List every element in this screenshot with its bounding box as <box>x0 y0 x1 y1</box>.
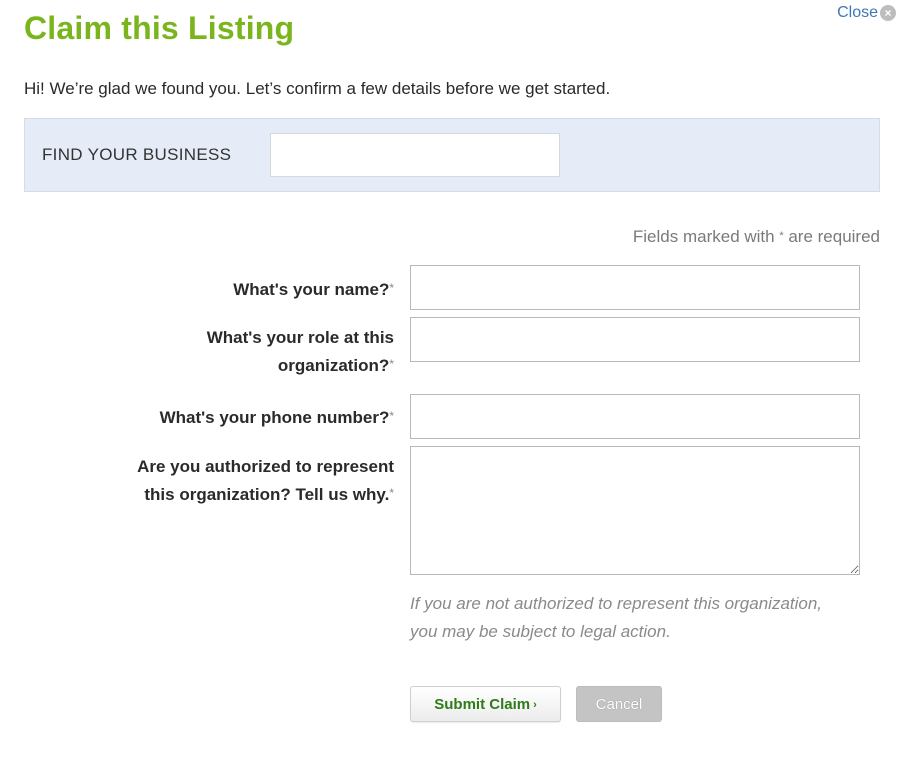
x-circle-icon[interactable]: × <box>880 5 896 21</box>
phone-required-mark: * <box>389 409 394 423</box>
required-fields-note: Fields marked with * are required <box>633 226 880 248</box>
chevron-right-icon: › <box>533 698 537 711</box>
find-business-input[interactable] <box>270 133 560 177</box>
authorization-textarea[interactable] <box>410 446 860 575</box>
role-input[interactable] <box>410 317 860 362</box>
role-required-mark: * <box>389 357 394 371</box>
role-field-label: What's your role at this organization?* <box>207 324 394 380</box>
claim-listing-dialog: Claim this Listing Close × Hi! We’re gla… <box>0 0 908 768</box>
name-label-text: What's your name? <box>233 280 390 299</box>
submit-claim-button[interactable]: Submit Claim › <box>410 686 561 722</box>
phone-field-label: What's your phone number?* <box>160 404 394 432</box>
required-note-before: Fields marked with <box>632 227 780 246</box>
name-required-mark: * <box>389 281 394 295</box>
role-label-line1: What's your role at this <box>206 328 394 347</box>
submit-claim-label: Submit Claim <box>434 695 531 713</box>
name-input[interactable] <box>410 265 860 310</box>
required-note-star: * <box>779 230 784 242</box>
close-label: Close <box>837 4 878 21</box>
intro-text: Hi! We’re glad we found you. Let’s confi… <box>24 79 611 98</box>
authorization-field-label: Are you authorized to represent this org… <box>137 453 394 509</box>
legal-warning: If you are not authorized to represent t… <box>410 594 823 641</box>
authorization-label-line2: this organization? Tell us why. <box>144 485 390 504</box>
role-label-line2: organization? <box>277 356 390 375</box>
authorization-label-line1: Are you authorized to represent <box>137 457 394 476</box>
phone-input[interactable] <box>410 394 860 439</box>
find-business-panel: FIND YOUR BUSINESS <box>24 118 880 192</box>
name-field-label: What's your name?* <box>233 276 394 304</box>
find-business-label: FIND YOUR BUSINESS <box>42 145 232 164</box>
dialog-title: Claim this Listing <box>24 10 295 46</box>
required-note-after: are required <box>783 227 880 246</box>
cancel-button[interactable]: Cancel <box>576 686 662 722</box>
authorization-required-mark: * <box>389 486 394 500</box>
close-button[interactable]: Close × <box>837 4 896 22</box>
phone-label-text: What's your phone number? <box>159 408 390 427</box>
